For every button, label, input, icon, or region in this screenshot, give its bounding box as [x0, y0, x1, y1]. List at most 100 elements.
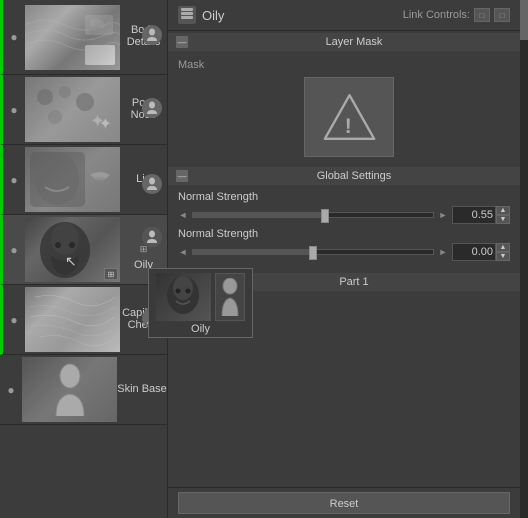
lip-texture	[25, 147, 120, 212]
link-btn-1[interactable]: □	[474, 8, 490, 22]
spinner-down-2[interactable]: ▼	[496, 252, 510, 261]
layer-label-area-pore-nose: Pore Nose	[120, 93, 167, 127]
layer-thumb-body-details	[25, 5, 120, 70]
global-settings-title: Global Settings	[196, 170, 512, 182]
global-settings-section-header[interactable]: — Global Settings	[168, 167, 520, 185]
layer-thumb-skin-base	[22, 357, 117, 422]
layer-top-icon-oily	[142, 227, 162, 247]
eye-icon-skin-base: ●	[7, 383, 14, 397]
spinner-up-1[interactable]: ▲	[496, 206, 510, 215]
mask-preview: !	[304, 77, 394, 157]
layer-top-icon-body-details	[142, 25, 162, 45]
eye-icon-oily: ●	[10, 243, 17, 257]
normal-strength-row-2: ◄ ► ▲ ▼	[178, 243, 510, 261]
right-header: Oily Link Controls: □ □	[168, 0, 520, 31]
eye-toggle-pore-nose[interactable]: ●	[3, 103, 25, 117]
eye-toggle-skin-base[interactable]: ●	[0, 383, 22, 397]
right-panel: Oily Link Controls: □ □ — Layer Mask Mas…	[168, 0, 520, 518]
layer-capillary-cheek[interactable]: ● Capillary Cheek	[0, 285, 167, 355]
normal-strength-label-2: Normal Strength	[178, 228, 510, 240]
right-section: Oily Link Controls: □ □ — Layer Mask Mas…	[168, 0, 528, 518]
layer-lip[interactable]: ● Lip	[0, 145, 167, 215]
value-field-2[interactable]	[452, 243, 496, 261]
eye-toggle-body-details[interactable]: ●	[3, 30, 25, 44]
popup-face-svg	[156, 273, 211, 321]
eye-toggle-capillary[interactable]: ●	[3, 313, 25, 327]
eye-toggle-lip[interactable]: ●	[3, 173, 25, 187]
popup-person-icon	[215, 273, 245, 321]
normal-strength-row-1: ◄ ► ▲ ▼	[178, 206, 510, 224]
person-icon-pore	[145, 101, 159, 115]
slider1-arrow-left[interactable]: ◄	[178, 208, 188, 222]
popup-label: Oily	[191, 323, 210, 335]
slider-normal-strength-2[interactable]	[192, 249, 434, 255]
reset-button[interactable]: Reset	[178, 492, 510, 514]
link-btn-2[interactable]: □	[494, 8, 510, 22]
layer-skin-base[interactable]: ● Skin Base	[0, 355, 167, 425]
global-settings-collapse-btn[interactable]: —	[176, 170, 188, 182]
oily-hover-popup: Oily	[148, 268, 253, 338]
popup-face-thumb	[156, 273, 211, 321]
right-scrollbar[interactable]	[520, 0, 528, 518]
slider1-fill	[193, 213, 325, 217]
slider2-handle[interactable]	[309, 246, 317, 260]
normal-strength-label-1: Normal Strength	[178, 191, 510, 203]
warning-triangle: !	[319, 87, 379, 147]
person-icon-lip	[145, 177, 159, 191]
slider2-arrow-right[interactable]: ►	[438, 245, 448, 259]
layer-thumb-oily: ↖ ⊞	[25, 217, 120, 282]
layer-thumb-pore-nose: ✦	[25, 77, 120, 142]
layer-label-area-lip: Lip	[120, 169, 167, 191]
settings-area: Normal Strength ◄ ► ▲ ▼	[168, 185, 520, 271]
slider2-fill	[193, 250, 313, 254]
layer-mask-section-header[interactable]: — Layer Mask	[168, 33, 520, 51]
layer-badge-oily: ⊞	[104, 268, 118, 280]
skin-base-person-icon	[50, 362, 90, 417]
scroll-thumb[interactable]	[520, 0, 528, 40]
value-field-1[interactable]	[452, 206, 496, 224]
person-silhouette-icon	[145, 28, 159, 42]
spinners-2: ▲ ▼	[496, 243, 510, 261]
eye-icon: ●	[10, 30, 17, 44]
layers-icon	[180, 8, 194, 22]
person-icon-oily	[145, 230, 159, 244]
value-box-1: ▲ ▼	[452, 206, 510, 224]
slider1-arrow-right[interactable]: ►	[438, 208, 448, 222]
layer-body-details[interactable]: ● Body Details	[0, 0, 167, 75]
spinners-1: ▲ ▼	[496, 206, 510, 224]
layer-name-skin-base: Skin Base	[117, 379, 167, 395]
spacer	[168, 317, 520, 487]
layer-pore-nose[interactable]: ● ✦ Pore Nose	[0, 75, 167, 145]
left-panel: ● Body Details ●	[0, 0, 168, 518]
texture-overlay	[25, 5, 120, 70]
link-controls-area: Link Controls: □ □	[403, 8, 510, 22]
eye-toggle-oily[interactable]: ●	[3, 243, 25, 257]
header-left: Oily	[178, 6, 224, 24]
mask-area: Mask !	[168, 51, 520, 165]
spinner-down-1[interactable]: ▼	[496, 215, 510, 224]
layer-thumb-capillary	[25, 287, 120, 352]
layer-top-icon-lip	[142, 174, 162, 194]
slider2-arrow-left[interactable]: ◄	[178, 245, 188, 259]
popup-content	[156, 273, 245, 321]
link-controls-label: Link Controls:	[403, 9, 470, 21]
popup-person-svg	[219, 278, 241, 316]
svg-text:!: !	[344, 115, 351, 138]
layer-label-area-body-details: Body Details	[120, 20, 167, 54]
layer-oily[interactable]: ● ↖ ⊞ ⊞	[0, 215, 167, 285]
warning-icon: !	[322, 90, 377, 145]
layer-label-area-skin-base: Skin Base	[117, 379, 167, 401]
mask-label: Mask	[178, 59, 510, 71]
layer-type-icon	[178, 6, 196, 24]
pore-texture: ✦	[25, 77, 120, 142]
slider-normal-strength-1[interactable]	[192, 212, 434, 218]
svg-text:✦: ✦	[90, 111, 105, 131]
layer-mask-title: Layer Mask	[196, 36, 512, 48]
slider1-handle[interactable]	[321, 209, 329, 223]
layer-mask-collapse-btn[interactable]: —	[176, 36, 188, 48]
value-box-2: ▲ ▼	[452, 243, 510, 261]
layer-top-icon-pore-nose	[142, 98, 162, 118]
spinner-up-2[interactable]: ▲	[496, 243, 510, 252]
eye-icon-lip: ●	[10, 173, 17, 187]
capillary-texture	[25, 287, 120, 352]
